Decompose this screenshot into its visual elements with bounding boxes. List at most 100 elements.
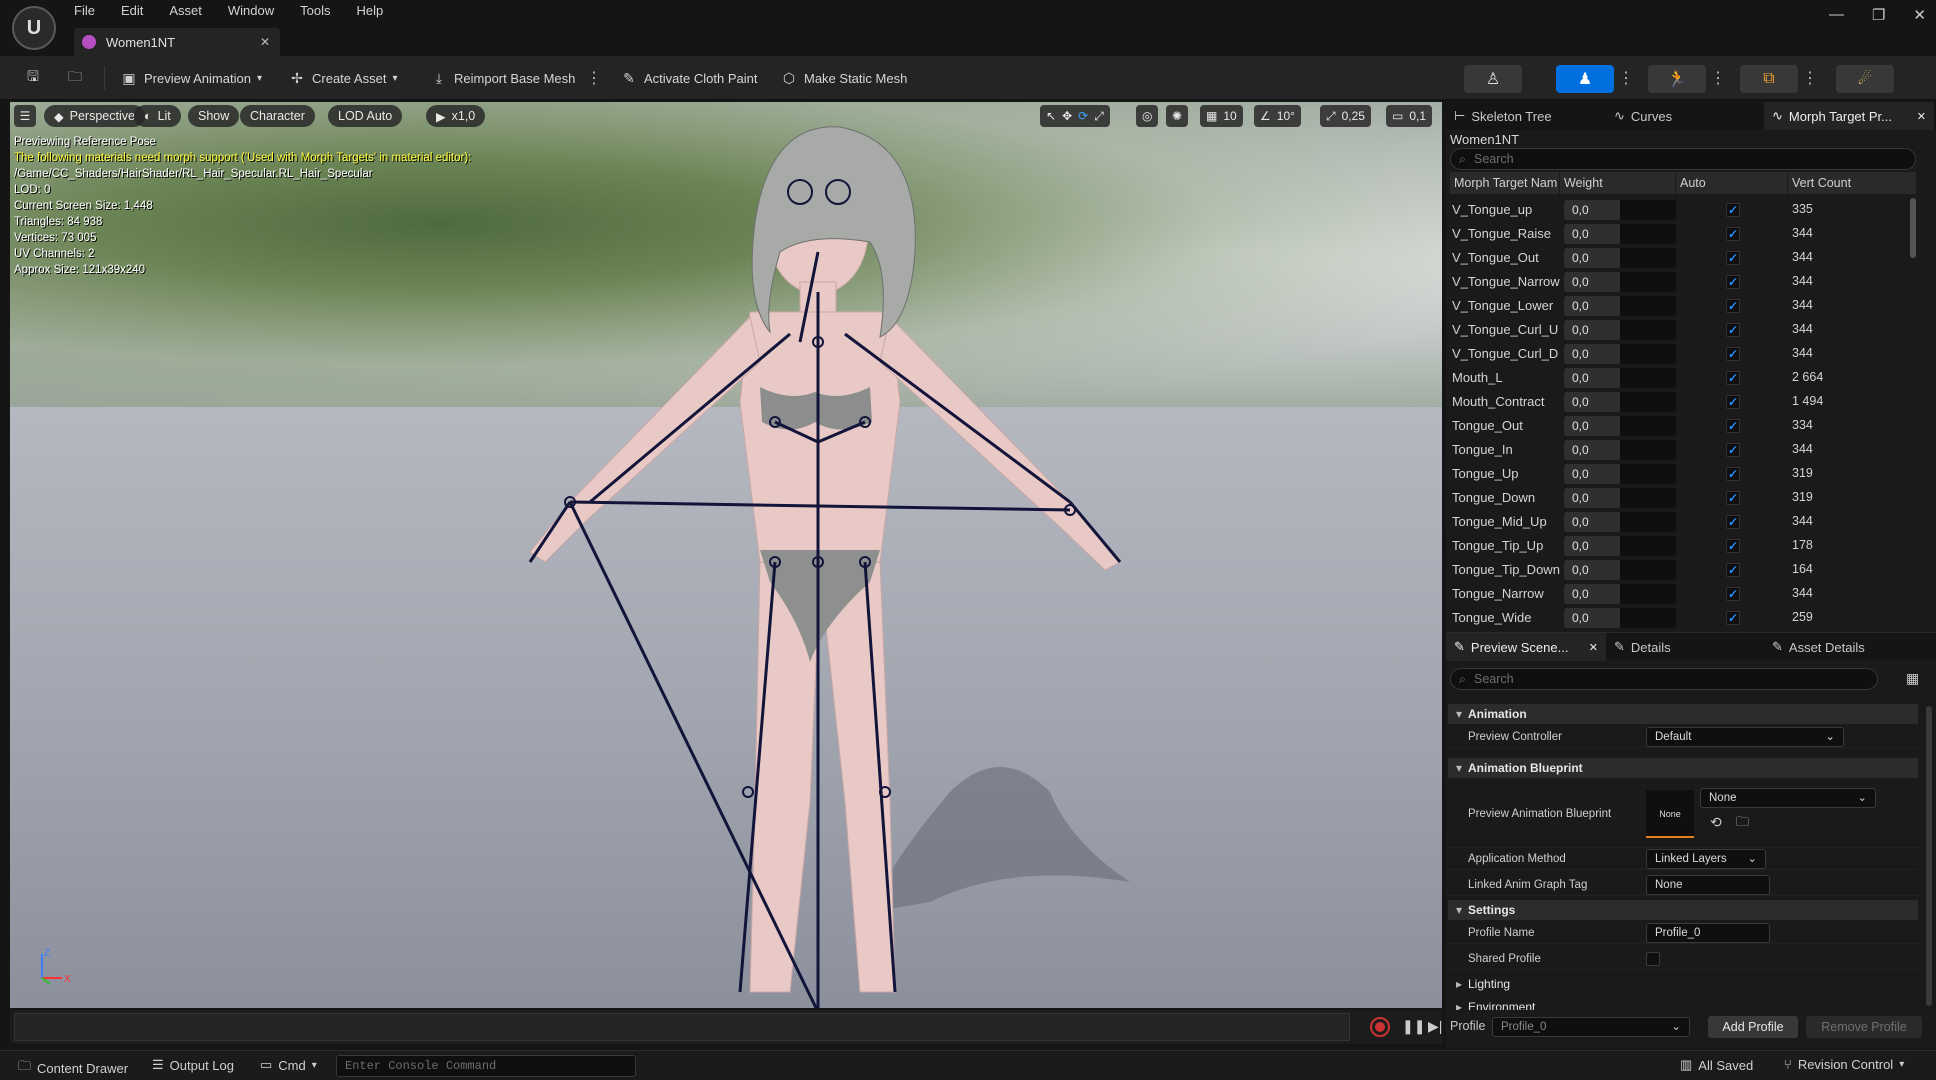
preview-scene-search-input[interactable]: ⌕ Search (1450, 668, 1878, 690)
auto-checkbox[interactable]: ✓ (1726, 371, 1740, 385)
auto-checkbox[interactable]: ✓ (1726, 515, 1740, 529)
viewport-options-button[interactable]: ☰ (14, 105, 36, 127)
find-in-browser-icon[interactable]: 🗀 (1736, 814, 1749, 830)
morph-target-row[interactable]: Tongue_In 0,0 ✓ 344 (1450, 438, 1916, 462)
morph-target-row[interactable]: Tongue_Mid_Up 0,0 ✓ 344 (1450, 510, 1916, 534)
animation-mode-button[interactable]: 🏃 (1648, 65, 1706, 93)
menu-file[interactable]: File (74, 3, 95, 18)
morph-table-scrollbar[interactable] (1910, 198, 1916, 258)
remove-profile-button[interactable]: Remove Profile (1806, 1016, 1922, 1038)
morph-target-row[interactable]: Tongue_Wide 0,0 ✓ 259 (1450, 606, 1916, 630)
section-animation[interactable]: Animation (1448, 704, 1918, 724)
timeline[interactable] (14, 1013, 1350, 1041)
tab-morph-target-preview[interactable]: ∿ Morph Target Pr... ✕ (1764, 102, 1934, 130)
tab-details[interactable]: ✎ Details (1606, 633, 1679, 661)
menu-tools[interactable]: Tools (300, 3, 330, 18)
menu-edit[interactable]: Edit (121, 3, 143, 18)
section-lighting[interactable]: Lighting (1448, 974, 1918, 994)
make-static-mesh-button[interactable]: ⬡ Make Static Mesh (780, 65, 907, 91)
details-scrollbar[interactable] (1926, 706, 1932, 1006)
content-drawer-button[interactable]: 🗀 Content Drawer (18, 1057, 128, 1079)
auto-checkbox[interactable]: ✓ (1726, 467, 1740, 481)
preview-controller-dropdown[interactable]: Default ⌄ (1646, 727, 1844, 747)
menu-help[interactable]: Help (356, 3, 383, 18)
auto-checkbox[interactable]: ✓ (1726, 611, 1740, 625)
save-button[interactable]: 🖫 (24, 65, 42, 91)
auto-checkbox[interactable]: ✓ (1726, 587, 1740, 601)
morph-target-row[interactable]: Tongue_Out 0,0 ✓ 334 (1450, 414, 1916, 438)
cmd-button[interactable]: ▭ Cmd ▾ (260, 1057, 317, 1073)
revision-control-button[interactable]: ⑂ Revision Control ▾ (1784, 1057, 1904, 1072)
rotate-icon[interactable]: ⟳ (1078, 109, 1088, 123)
restore-icon[interactable]: ❐ (1872, 6, 1885, 24)
auto-checkbox[interactable]: ✓ (1726, 563, 1740, 577)
close-tab-icon[interactable]: ✕ (260, 35, 270, 49)
morph-weight-slider[interactable]: 0,0 (1564, 368, 1676, 388)
morph-target-row[interactable]: V_Tongue_Raise 0,0 ✓ 344 (1450, 222, 1916, 246)
application-method-dropdown[interactable]: Linked Layers ⌄ (1646, 849, 1766, 869)
shared-profile-checkbox[interactable] (1646, 952, 1660, 966)
grid-snap-button[interactable]: ▦ 10 (1200, 105, 1243, 127)
section-settings[interactable]: Settings (1448, 900, 1918, 920)
menu-window[interactable]: Window (228, 3, 274, 18)
lit-button[interactable]: ◐ Lit (134, 105, 181, 127)
morph-target-row[interactable]: V_Tongue_Out 0,0 ✓ 344 (1450, 246, 1916, 270)
auto-checkbox[interactable]: ✓ (1726, 251, 1740, 265)
morph-weight-slider[interactable]: 0,0 (1564, 440, 1676, 460)
profile-dropdown[interactable]: Profile_0 ⌄ (1492, 1017, 1690, 1037)
morph-weight-slider[interactable]: 0,0 (1564, 224, 1676, 244)
view-options-icon[interactable]: ▦ (1906, 670, 1919, 687)
morph-target-row[interactable]: Tongue_Tip_Up 0,0 ✓ 178 (1450, 534, 1916, 558)
pause-button[interactable]: ❚❚ (1402, 1018, 1425, 1036)
lod-button[interactable]: LOD Auto (328, 105, 403, 127)
rotation-snap-button[interactable]: ∠ 10° (1254, 105, 1301, 127)
translate-icon[interactable]: ✥ (1062, 109, 1072, 123)
auto-checkbox[interactable]: ✓ (1726, 419, 1740, 433)
character-button[interactable]: Character (240, 105, 315, 127)
blueprint-mode-options-icon[interactable]: ⋮ (1802, 68, 1818, 88)
unreal-logo-icon[interactable]: U (12, 6, 56, 50)
morph-target-row[interactable]: V_Tongue_Lower 0,0 ✓ 344 (1450, 294, 1916, 318)
section-environment[interactable]: Environment (1448, 996, 1918, 1010)
morph-weight-slider[interactable]: 0,0 (1564, 464, 1676, 484)
all-saved-button[interactable]: ▥ All Saved (1680, 1057, 1753, 1073)
surface-snap-button[interactable]: ✺ (1166, 105, 1189, 127)
scale-icon[interactable]: ⤢ (1094, 109, 1104, 124)
blueprint-mode-button[interactable]: ⧉ (1740, 65, 1798, 93)
skeleton-mode-button[interactable]: ♙ (1464, 65, 1522, 93)
morph-weight-slider[interactable]: 0,0 (1564, 320, 1676, 340)
col-weight[interactable]: Weight (1560, 172, 1676, 194)
preview-anim-bp-dropdown[interactable]: None ⌄ (1700, 788, 1876, 808)
morph-weight-slider[interactable]: 0,0 (1564, 512, 1676, 532)
minimize-icon[interactable]: — (1829, 6, 1844, 24)
morph-weight-slider[interactable]: 0,0 (1564, 392, 1676, 412)
reimport-base-mesh-button[interactable]: ⤓ Reimport Base Mesh (430, 65, 576, 91)
physics-mode-button[interactable]: ☄ (1836, 65, 1894, 93)
morph-weight-slider[interactable]: 0,0 (1564, 344, 1676, 364)
reimport-options-icon[interactable]: ⋮ (586, 68, 602, 88)
auto-checkbox[interactable]: ✓ (1726, 203, 1740, 217)
morph-search-input[interactable]: ⌕ Search (1450, 148, 1916, 170)
morph-target-row[interactable]: Tongue_Up 0,0 ✓ 319 (1450, 462, 1916, 486)
morph-weight-slider[interactable]: 0,0 (1564, 584, 1676, 604)
camera-speed-button[interactable]: ▭ 0,1 (1386, 105, 1433, 127)
morph-target-row[interactable]: Mouth_Contract 0,0 ✓ 1 494 (1450, 390, 1916, 414)
auto-checkbox[interactable]: ✓ (1726, 227, 1740, 241)
mesh-mode-options-icon[interactable]: ⋮ (1618, 68, 1634, 88)
morph-target-row[interactable]: V_Tongue_Curl_U 0,0 ✓ 344 (1450, 318, 1916, 342)
scale-snap-button[interactable]: ⤢ 0,25 (1320, 105, 1371, 127)
auto-checkbox[interactable]: ✓ (1726, 323, 1740, 337)
activate-cloth-paint-button[interactable]: ✎ Activate Cloth Paint (620, 65, 757, 91)
menu-asset[interactable]: Asset (169, 3, 202, 18)
auto-checkbox[interactable]: ✓ (1726, 299, 1740, 313)
morph-weight-slider[interactable]: 0,0 (1564, 272, 1676, 292)
tab-curves[interactable]: ∿ Curves (1606, 102, 1680, 130)
morph-weight-slider[interactable]: 0,0 (1564, 200, 1676, 220)
col-auto[interactable]: Auto (1676, 172, 1788, 194)
auto-checkbox[interactable]: ✓ (1726, 491, 1740, 505)
morph-target-row[interactable]: V_Tongue_Narrow 0,0 ✓ 344 (1450, 270, 1916, 294)
record-button[interactable] (1370, 1017, 1390, 1037)
auto-checkbox[interactable]: ✓ (1726, 443, 1740, 457)
morph-target-row[interactable]: Tongue_Down 0,0 ✓ 319 (1450, 486, 1916, 510)
browse-button[interactable]: 🗀 (66, 65, 84, 91)
